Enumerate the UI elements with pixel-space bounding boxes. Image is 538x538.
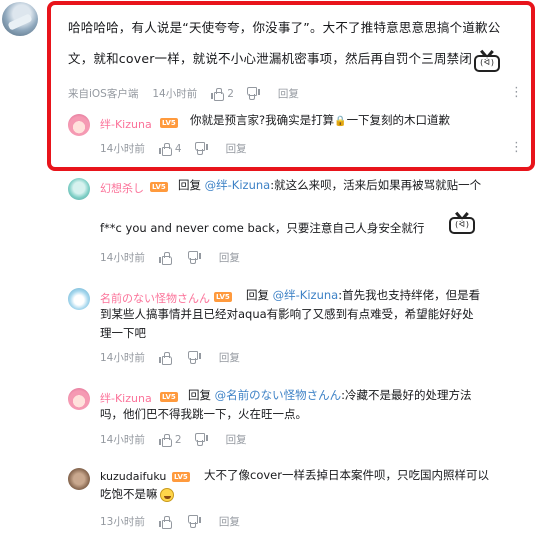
reply-text: 回复 @绊-Kizuna:就这么来呗，活来后如果再被骂就贴一个 <box>178 178 482 192</box>
dislike-button[interactable] <box>196 434 212 446</box>
reply-text: f**c you and never come back，只要注意自己人身安全就… <box>100 221 425 235</box>
reply-meta: 13小时前 回复 <box>100 514 254 529</box>
dislike-button[interactable] <box>189 352 205 364</box>
avatar[interactable] <box>68 468 90 490</box>
main-comment: 哈哈哈哈，有人说是“天使夸夸，你没事了”。大不了推特意思意思搞个道歉公 文，就和… <box>0 0 538 172</box>
timestamp: 14小时前 <box>100 434 145 446</box>
timestamp: 14小时前 <box>100 252 145 264</box>
reply-meta: 14小时前 回复 <box>100 250 254 265</box>
mention-link[interactable]: @绊-Kizuna <box>205 178 271 192</box>
level-badge: LV5 <box>150 182 168 192</box>
more-icon[interactable]: ⋮ <box>510 86 523 99</box>
timestamp: 14小时前 <box>152 88 198 100</box>
level-badge: LV5 <box>172 472 190 482</box>
more-icon[interactable]: ⋮ <box>510 141 523 154</box>
thumb-down-icon <box>248 88 260 100</box>
comment-line: 文，就和cover一样，就说不小心泄漏机密事项，然后再自罚个三周禁闭 <box>68 51 473 66</box>
reply-meta: 14小时前 回复 <box>100 350 254 365</box>
like-button[interactable] <box>158 351 175 365</box>
reply-meta: 14小时前 2 回复 <box>100 432 261 447</box>
like-button[interactable]: 4 <box>158 142 182 156</box>
thumb-down-icon <box>189 352 201 364</box>
avatar[interactable] <box>68 288 90 310</box>
comment-text: 哈哈哈哈，有人说是“天使夸夸，你没事了”。大不了推特意思意思搞个道歉公 文，就和… <box>68 12 520 74</box>
timestamp: 13小时前 <box>100 516 145 528</box>
like-button[interactable] <box>158 515 175 529</box>
avatar[interactable] <box>68 114 90 136</box>
reply-text: 吗，他们巴不得我跳一下，火在旺一点。 <box>100 407 307 421</box>
avatar[interactable] <box>2 2 38 36</box>
mention-link[interactable]: @名前のない怪物さんん <box>215 388 342 402</box>
dislike-button[interactable] <box>196 143 212 155</box>
reply-button[interactable]: 回复 <box>219 350 240 365</box>
laugh-emoji-icon <box>159 487 174 502</box>
like-button[interactable]: 2 <box>211 87 234 101</box>
level-badge: LV5 <box>160 118 178 128</box>
timestamp: 14小时前 <box>100 352 145 364</box>
tv-emoticon-icon: (ᐛ) <box>449 212 475 234</box>
reply-meta: 14小时前 4 回复 <box>100 141 261 156</box>
thumb-up-icon <box>211 87 225 101</box>
tv-emoticon-icon: (ᐛ) <box>474 50 500 72</box>
like-button[interactable] <box>158 251 175 265</box>
avatar[interactable] <box>68 178 90 200</box>
lock-icon: 🔒 <box>334 116 347 127</box>
reply-text: 大不了像cover一样丢掉日本案件呗，只吃国内照样可以 <box>204 468 489 482</box>
like-button[interactable]: 2 <box>158 433 182 447</box>
thumb-up-icon <box>158 433 172 447</box>
reply-button[interactable]: 回复 <box>278 86 299 101</box>
thumb-down-icon <box>196 143 208 155</box>
reply-text: 理一下吧 <box>100 326 146 340</box>
username[interactable]: 绊-Kizuna <box>100 116 152 132</box>
reply-button[interactable]: 回复 <box>226 141 247 156</box>
avatar[interactable] <box>68 388 90 410</box>
username[interactable]: 幻想杀し <box>100 180 144 196</box>
reply-button[interactable]: 回复 <box>219 250 240 265</box>
thumb-down-icon <box>189 516 201 528</box>
level-badge: LV5 <box>160 392 178 402</box>
dislike-button[interactable] <box>189 252 205 264</box>
reply-text: 到某些人搞事情并且已经对aqua有影响了又感到有点难受，希望能好好处 <box>100 307 474 321</box>
level-badge: LV5 <box>214 292 232 302</box>
thumb-down-icon <box>196 434 208 446</box>
comment-meta: 来自iOS客户端 14小时前 2 回复 <box>68 86 313 101</box>
reply-text: 你就是预言家?我确实是打算🔒一下复刻的木口道歉 <box>190 113 451 127</box>
thumb-up-icon <box>158 142 172 156</box>
thumb-down-icon <box>189 252 201 264</box>
mention-link[interactable]: @绊-Kizuna <box>273 288 339 302</box>
thumb-up-icon <box>158 351 172 365</box>
comment-line: 哈哈哈哈，有人说是“天使夸夸，你没事了”。大不了推特意思意思搞个道歉公 <box>68 20 501 35</box>
client-source: 来自iOS客户端 <box>68 88 139 100</box>
dislike-button[interactable] <box>189 516 205 528</box>
reply-button[interactable]: 回复 <box>226 432 247 447</box>
reply-text: 吃饱不是嘛 <box>100 482 174 507</box>
timestamp: 14小时前 <box>100 143 145 155</box>
reply-button[interactable]: 回复 <box>219 514 240 529</box>
dislike-button[interactable] <box>248 88 264 100</box>
thumb-up-icon <box>158 251 172 265</box>
thumb-up-icon <box>158 515 172 529</box>
